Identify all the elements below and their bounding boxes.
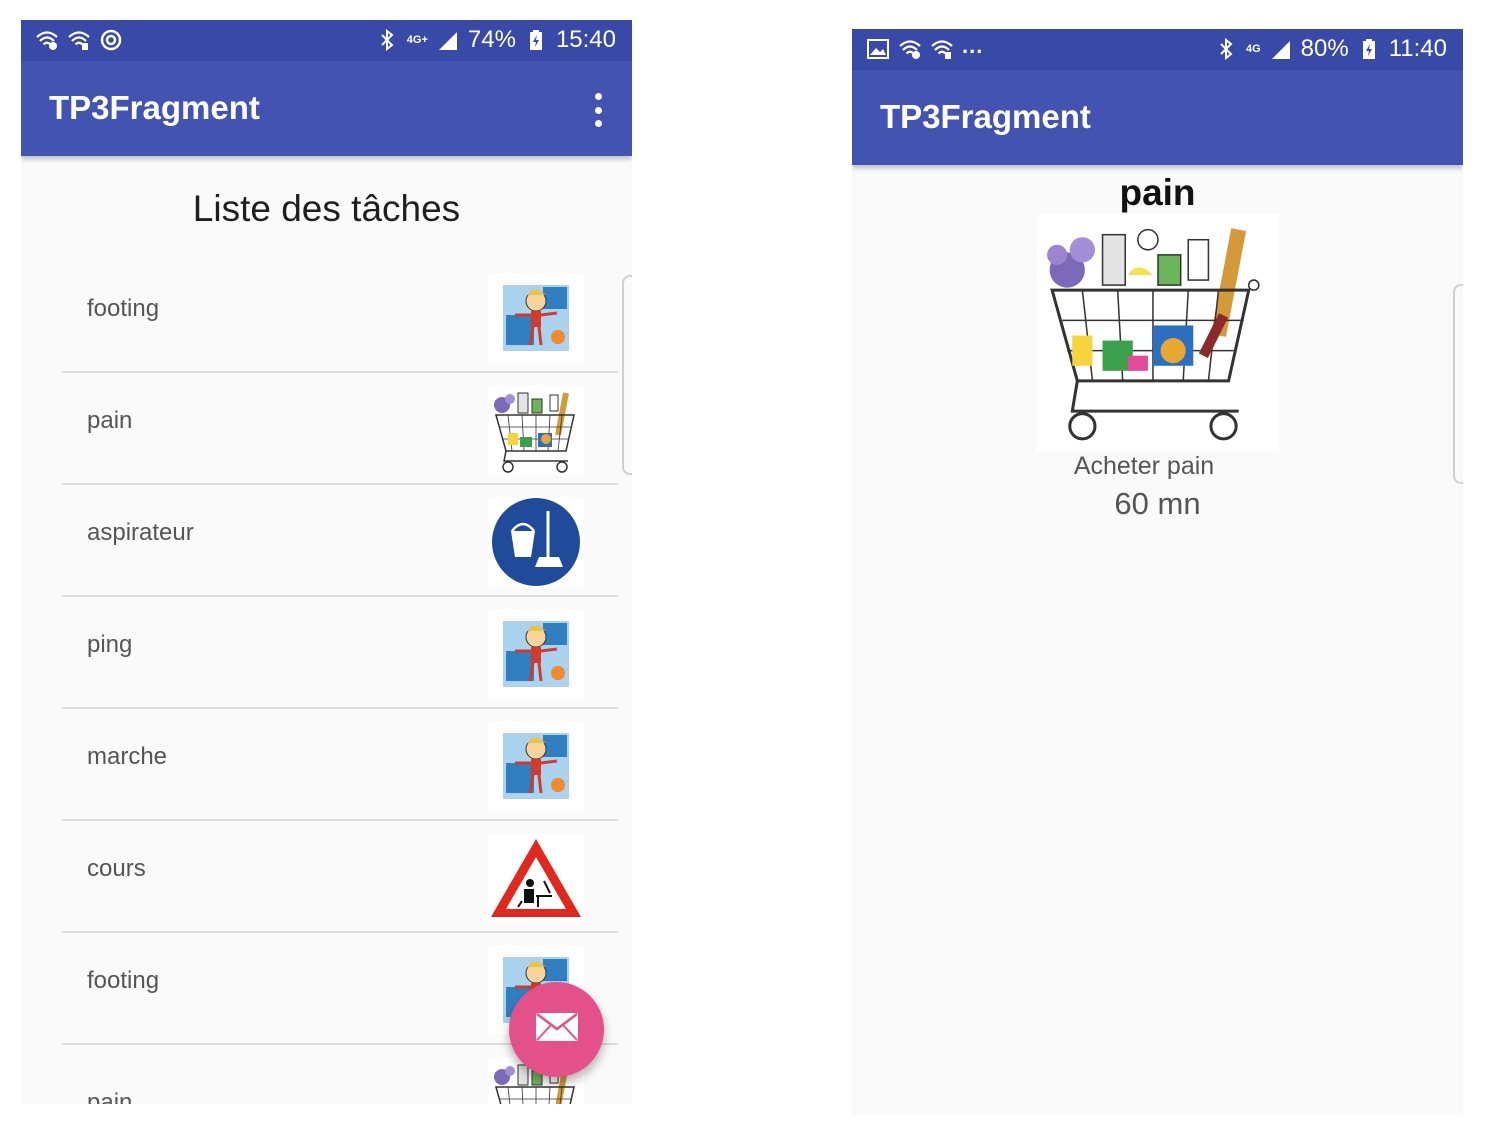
task-label: pain bbox=[87, 407, 133, 434]
task-label: footing bbox=[87, 967, 160, 994]
task-label: footing bbox=[87, 295, 160, 322]
warning-study-icon bbox=[488, 833, 584, 923]
cleaning-bucket-icon bbox=[488, 497, 584, 587]
scrollbar-handle[interactable] bbox=[1453, 284, 1463, 484]
list-item[interactable]: pain bbox=[62, 373, 618, 485]
network-type: 4G+ bbox=[406, 34, 428, 46]
task-list-screen: 4G+ 74% 15:40 TP3Fragment Liste des tâch… bbox=[21, 20, 632, 1104]
task-label: ping bbox=[87, 631, 133, 658]
clock: 11:40 bbox=[1388, 35, 1447, 62]
wifi-question-icon bbox=[898, 37, 922, 61]
status-bar: 4G+ 74% 15:40 bbox=[21, 20, 632, 61]
list-item[interactable]: marche bbox=[62, 709, 618, 821]
task-description: Acheter pain bbox=[1073, 452, 1215, 480]
task-duration: 60 mn bbox=[1114, 486, 1201, 521]
app-title: TP3Fragment bbox=[880, 98, 1091, 135]
mail-icon bbox=[535, 1012, 579, 1047]
task-label: cours bbox=[87, 855, 146, 882]
list-item[interactable]: aspirateur bbox=[62, 485, 618, 597]
list-item[interactable]: footing bbox=[62, 261, 618, 373]
battery-icon bbox=[524, 28, 548, 52]
bluetooth-icon bbox=[1214, 37, 1238, 61]
scrollbar-handle[interactable] bbox=[622, 275, 632, 475]
list-title: Liste des tâches bbox=[192, 188, 461, 229]
app-title: TP3Fragment bbox=[49, 89, 260, 126]
task-name: pain bbox=[1119, 172, 1196, 213]
wifi-question-icon bbox=[67, 28, 91, 52]
battery-icon bbox=[1357, 37, 1381, 61]
mail-fab-button[interactable] bbox=[509, 982, 604, 1077]
sport-child-icon bbox=[488, 609, 584, 699]
app-bar: TP3Fragment bbox=[852, 70, 1463, 165]
task-label: marche bbox=[87, 743, 168, 770]
overflow-menu-icon[interactable] bbox=[592, 93, 604, 127]
network-type: 4G bbox=[1245, 43, 1261, 55]
status-bar: ... 4G 80% 11:40 bbox=[852, 29, 1463, 70]
bluetooth-icon bbox=[375, 28, 399, 52]
battery-percent: 74% bbox=[467, 26, 516, 53]
sync-icon bbox=[99, 28, 123, 52]
battery-percent: 80% bbox=[1300, 35, 1349, 62]
app-bar: TP3Fragment bbox=[21, 61, 632, 156]
task-label: pain bbox=[87, 1089, 133, 1104]
image-icon bbox=[866, 37, 890, 61]
shopping-cart-icon bbox=[488, 385, 584, 475]
signal-icon bbox=[436, 28, 460, 52]
list-item[interactable]: ping bbox=[62, 597, 618, 709]
shopping-cart-icon bbox=[1037, 214, 1279, 452]
list-item[interactable]: cours bbox=[62, 821, 618, 933]
more-notifications: ... bbox=[962, 33, 984, 58]
sport-child-icon bbox=[488, 721, 584, 811]
task-detail-screen: ... 4G 80% 11:40 TP3Fragment pain Achete… bbox=[852, 29, 1463, 1115]
wifi-question-icon bbox=[35, 28, 59, 52]
wifi-question-icon bbox=[930, 37, 954, 61]
task-label: aspirateur bbox=[87, 519, 194, 546]
signal-icon bbox=[1269, 37, 1293, 61]
task-list: footing pain aspirateur ping marche cour… bbox=[62, 261, 618, 1104]
sport-child-icon bbox=[488, 273, 584, 363]
clock: 15:40 bbox=[555, 26, 616, 53]
